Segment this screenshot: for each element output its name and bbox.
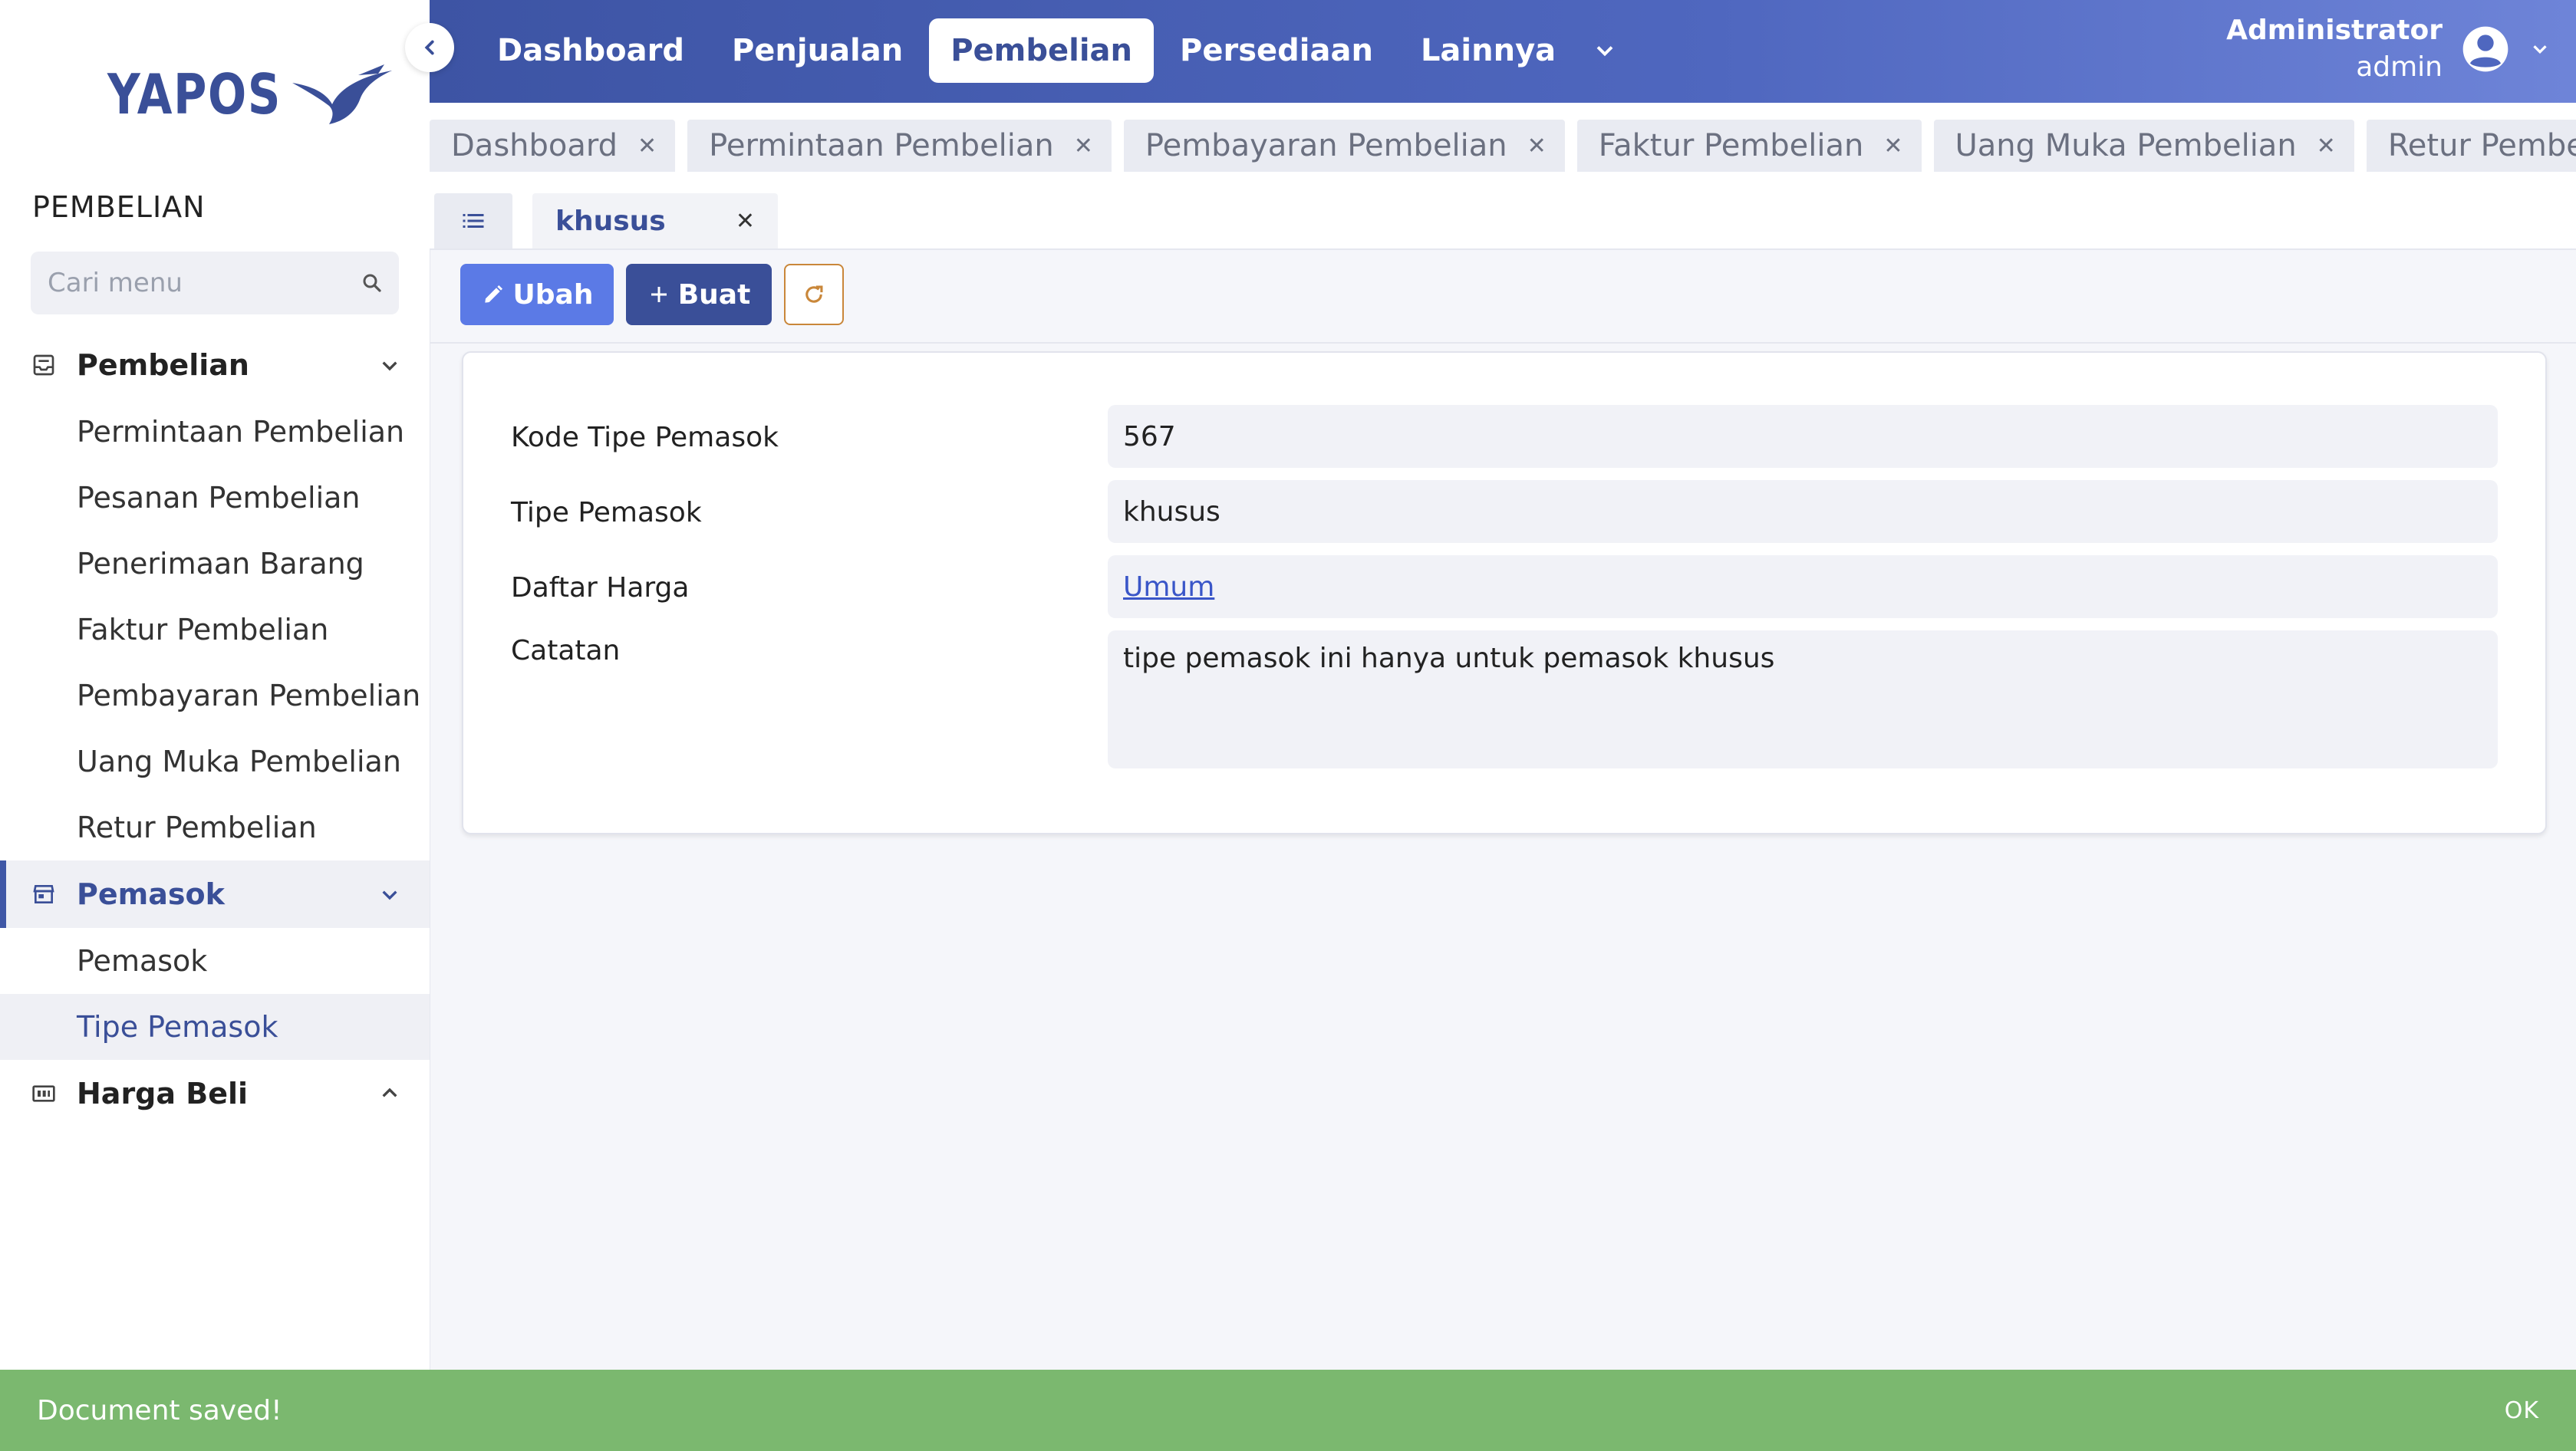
pencil-icon xyxy=(484,285,502,303)
doc-tab-retur-pembelian[interactable]: Retur Pembelian✕ xyxy=(2366,120,2576,172)
edit-button[interactable]: Ubah xyxy=(460,264,614,325)
field-label-daftar-harga: Daftar Harga xyxy=(511,572,690,604)
sidebar-item-pemasok[interactable]: Pemasok xyxy=(0,928,430,994)
snackbar-message: Document saved! xyxy=(37,1394,282,1426)
collapse-sidebar-button[interactable] xyxy=(405,23,454,72)
edit-button-label: Ubah xyxy=(512,278,594,311)
field-value-tipe-pemasok[interactable]: khusus xyxy=(1108,480,2498,543)
doc-tab-label: Retur Pembelian xyxy=(2387,128,2576,163)
field-label-tipe-pemasok: Tipe Pemasok xyxy=(511,497,702,528)
action-toolbar: Ubah Buat xyxy=(430,248,2576,344)
plus-icon xyxy=(651,287,667,302)
close-icon[interactable]: ✕ xyxy=(637,133,657,160)
record-tabs: khusus ✕ xyxy=(430,178,2576,250)
doc-tab-permintaan-pembelian[interactable]: Permintaan Pembelian ✕ xyxy=(687,120,1112,172)
nav-lainnya[interactable]: Lainnya xyxy=(1399,18,1577,83)
sidebar-group-pembelian[interactable]: Pembelian xyxy=(0,331,430,399)
sidebar-group-pemasok[interactable]: Pemasok xyxy=(0,860,430,928)
list-icon xyxy=(463,214,484,228)
chevron-down-icon[interactable] xyxy=(374,879,405,910)
menu-search-input[interactable] xyxy=(46,267,341,299)
logo-text: YAPOS xyxy=(107,62,282,127)
sidebar-item-penerimaan-barang[interactable]: Penerimaan Barang xyxy=(0,531,430,597)
close-icon[interactable]: ✕ xyxy=(1527,133,1547,160)
close-icon[interactable]: ✕ xyxy=(2317,133,2336,160)
create-button[interactable]: Buat xyxy=(626,264,772,325)
price-list-link[interactable]: Umum xyxy=(1123,571,1214,603)
chevron-down-icon[interactable] xyxy=(374,350,405,380)
sidebar: YAPOS PEMBELIAN Pembelian Permintaan Pem… xyxy=(0,0,430,1451)
snackbar: Document saved! OK xyxy=(0,1370,2576,1451)
doc-tab-faktur-pembelian[interactable]: Faktur Pembelian ✕ xyxy=(1576,120,1922,172)
record-tab-label: khusus xyxy=(555,205,666,237)
user-name: Administrator xyxy=(2226,15,2443,46)
field-value-kode-tipe-pemasok[interactable]: 567 xyxy=(1108,405,2498,468)
logo[interactable]: YAPOS xyxy=(107,60,400,129)
doc-tab-uang-muka-pembelian[interactable]: Uang Muka Pembelian ✕ xyxy=(1933,120,2354,172)
store-icon xyxy=(31,881,57,907)
sidebar-item-tipe-pemasok[interactable]: Tipe Pemasok xyxy=(0,994,430,1060)
doc-tab-label: Uang Muka Pembelian xyxy=(1955,128,2297,163)
close-icon[interactable]: ✕ xyxy=(1074,133,1093,160)
chevron-left-icon xyxy=(424,40,434,55)
field-value-daftar-harga: Umum xyxy=(1108,555,2498,618)
sidebar-item-faktur-pembelian[interactable]: Faktur Pembelian xyxy=(0,597,430,663)
nav-pembelian[interactable]: Pembelian xyxy=(929,18,1155,83)
account-circle-icon[interactable] xyxy=(2461,25,2510,74)
doc-tab-dashboard[interactable]: Dashboard ✕ xyxy=(430,120,676,172)
doc-tab-label: Permintaan Pembelian xyxy=(709,128,1054,163)
sidebar-item-uang-muka-pembelian[interactable]: Uang Muka Pembelian xyxy=(0,729,430,795)
main-nav: Dashboard Penjualan Pembelian Persediaan… xyxy=(476,17,1628,84)
sidebar-group-harga-beli[interactable]: Harga Beli xyxy=(0,1060,430,1127)
refresh-icon xyxy=(805,285,823,303)
nav-persediaan[interactable]: Persediaan xyxy=(1158,18,1395,83)
sidebar-item-pesanan-pembelian[interactable]: Pesanan Pembelian xyxy=(0,465,430,531)
field-label-catatan: Catatan xyxy=(511,635,621,666)
section-heading: PEMBELIAN xyxy=(32,190,206,224)
user-info: Administrator admin xyxy=(2226,12,2443,86)
inbox-icon xyxy=(31,352,57,378)
nav-dashboard[interactable]: Dashboard xyxy=(476,18,706,83)
price-tag-icon xyxy=(31,1081,57,1107)
document-tabs: Dashboard ✕ Permintaan Pembelian ✕ Pembaya… xyxy=(430,103,2576,178)
doc-tab-label: Faktur Pembelian xyxy=(1598,128,1864,163)
sidebar-item-permintaan-pembelian[interactable]: Permintaan Pembelian xyxy=(0,399,430,465)
doc-tab-label: Dashboard xyxy=(451,128,618,163)
close-icon[interactable]: ✕ xyxy=(1883,133,1902,160)
supplier-type-form: Kode Tipe Pemasok 567 Tipe Pemasok khusu… xyxy=(462,351,2547,834)
snackbar-ok-button[interactable]: OK xyxy=(2505,1397,2539,1424)
nav-more-dropdown[interactable] xyxy=(1582,18,1628,83)
create-button-label: Buat xyxy=(677,278,751,311)
doc-tab-label: Pembayaran Pembelian xyxy=(1145,128,1507,163)
chevron-down-icon[interactable] xyxy=(2528,38,2551,61)
record-tab-khusus[interactable]: khusus ✕ xyxy=(532,193,778,248)
nav-penjualan[interactable]: Penjualan xyxy=(710,18,924,83)
menu-search[interactable] xyxy=(31,252,399,314)
user-role: admin xyxy=(2356,51,2443,83)
list-view-tab[interactable] xyxy=(434,193,512,248)
refresh-button[interactable] xyxy=(784,264,844,325)
sidebar-menu: Pembelian Permintaan Pembelian Pesanan P… xyxy=(0,331,430,1127)
field-label-kode-tipe-pemasok: Kode Tipe Pemasok xyxy=(511,422,779,453)
user-menu[interactable]: Administrator admin xyxy=(2226,11,2551,87)
close-icon[interactable]: ✕ xyxy=(736,208,755,235)
sidebar-item-retur-pembelian[interactable]: Retur Pembelian xyxy=(0,795,430,860)
bird-logo-icon xyxy=(292,64,392,124)
doc-tab-pembayaran-pembelian[interactable]: Pembayaran Pembelian ✕ xyxy=(1123,120,1565,172)
chevron-down-icon xyxy=(1596,46,1613,57)
sidebar-item-pembayaran-pembelian[interactable]: Pembayaran Pembelian xyxy=(0,663,430,729)
field-value-catatan[interactable]: tipe pemasok ini hanya untuk pemasok khu… xyxy=(1108,630,2498,768)
chevron-up-icon[interactable] xyxy=(374,1078,405,1109)
search-icon[interactable] xyxy=(361,271,384,294)
